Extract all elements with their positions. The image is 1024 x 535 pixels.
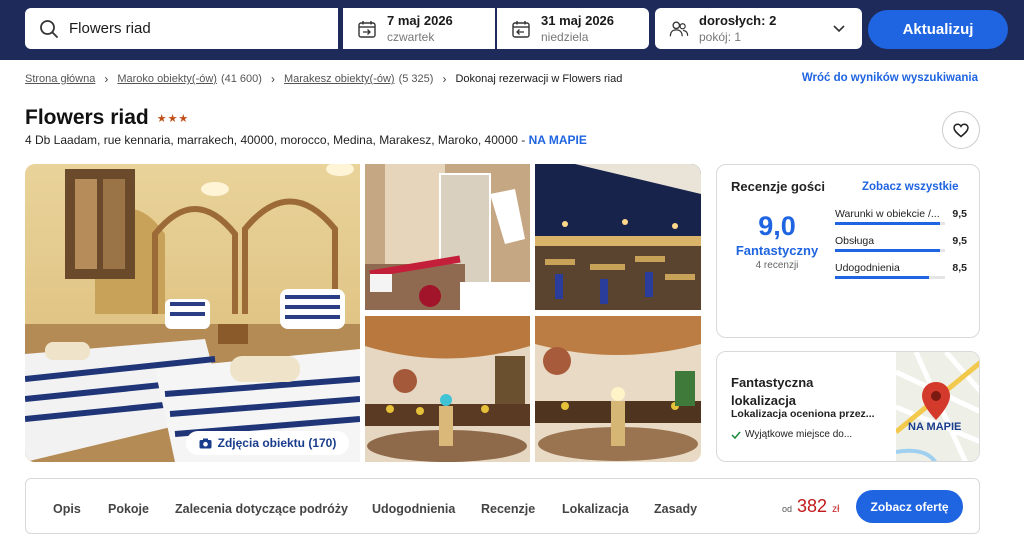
breadcrumb-country-count: (41 600) [220, 73, 262, 85]
breadcrumb-current: Dokonaj rezerwacji w Flowers riad [455, 73, 623, 85]
category-scores: Warunki w obiekcie /... 9,5 Obsługa 9,5 … [835, 206, 967, 287]
tab-policies[interactable]: Zasady [654, 502, 697, 516]
all-photos-label: Zdjęcia obiektu (170) [217, 436, 337, 450]
back-to-results-link[interactable]: Wróć do wyników wyszukiwania [802, 72, 978, 84]
hotel-name: Flowers riad [25, 106, 149, 129]
location-card[interactable]: Fantastyczna lokalizacja Lokalizacja oce… [716, 351, 980, 462]
price-prefix: od [782, 504, 793, 514]
chevron-right-icon: › [104, 72, 109, 86]
breadcrumb-home[interactable]: Strona główna [25, 73, 95, 85]
tab-travel-advice[interactable]: Zalecenia dotyczące podróży [175, 502, 348, 516]
checkout-day: niedziela [541, 29, 589, 44]
overall-score: 9,0 Fantastyczny 4 recenzji [731, 210, 823, 271]
category-value: 9,5 [952, 235, 967, 247]
calendar-checkout-icon [511, 19, 531, 39]
photo-bathroom[interactable] [365, 164, 530, 310]
photo-courtyard-lounge[interactable] [535, 316, 701, 462]
category-bar-fill [835, 276, 929, 279]
show-on-map-link[interactable]: NA MAPIE [529, 133, 587, 147]
category-value: 8,5 [952, 262, 967, 274]
checkout-date-field[interactable]: 31 maj 2026 niedziela [497, 8, 649, 49]
score-value: 9,0 [758, 211, 796, 241]
breadcrumb-city[interactable]: Marakesz obiekty(-ów) [284, 73, 395, 85]
update-search-button[interactable]: Aktualizuj [868, 10, 1008, 49]
favorite-button[interactable] [942, 111, 980, 149]
see-all-reviews-link[interactable]: Zobacz wszystkie [862, 181, 959, 193]
category-bar [835, 222, 945, 225]
category-bar [835, 249, 945, 252]
breadcrumb: Strona główna › Maroko obiekty(-ów) (41 … [25, 72, 622, 86]
see-offer-button[interactable]: Zobacz ofertę [856, 490, 963, 523]
price-from: od 382 zł [782, 496, 839, 517]
category-bar-fill [835, 249, 940, 252]
rooms-count: pokój: 1 [699, 29, 742, 44]
hotel-address: 4 Db Laadam, rue kennaria, marrakech, 40… [25, 133, 587, 147]
breadcrumb-city-count: (5 325) [398, 73, 434, 85]
category-name: Warunki w obiekcie /... [835, 208, 940, 220]
hotel-title: Flowers riad ★★★ [25, 106, 189, 130]
chevron-down-icon [832, 21, 846, 40]
map-thumbnail[interactable] [896, 352, 979, 461]
main-photo-bedroom[interactable] [25, 164, 360, 462]
guests-count: dorosłych: 2 [699, 12, 777, 28]
people-icon [669, 19, 689, 39]
section-nav: Opis Pokoje Zalecenia dotyczące podróży … [25, 478, 980, 534]
location-point-text: Wyjątkowe miejsce do... [745, 429, 853, 440]
reviews-heading: Recenzje gości [731, 179, 825, 194]
location-heading: Fantastyczna lokalizacja [731, 375, 814, 408]
score-label: Fantastyczny [735, 243, 819, 258]
address-text: 4 Db Laadam, rue kennaria, marrakech, 40… [25, 133, 518, 147]
category-value: 9,5 [952, 208, 967, 220]
price-amount: 382 [797, 496, 828, 516]
destination-search-field[interactable]: Flowers riad [25, 8, 338, 49]
camera-icon [199, 438, 212, 448]
photo-rooftop-terrace[interactable] [535, 164, 701, 310]
tab-location[interactable]: Lokalizacja [562, 502, 629, 516]
checkin-date-field[interactable]: 7 maj 2026 czwartek [343, 8, 495, 49]
destination-value: Flowers riad [69, 20, 151, 37]
chevron-right-icon: › [270, 72, 275, 86]
chevron-right-icon: › [442, 72, 447, 86]
map-label: NA MAPIE [908, 421, 962, 433]
location-point: Wyjątkowe miejsce do... [731, 429, 852, 440]
category-score-row: Warunki w obiekcie /... 9,5 [835, 206, 967, 233]
checkin-date: 7 maj 2026 [387, 12, 453, 28]
review-count: 4 recenzji [755, 260, 799, 271]
tab-reviews[interactable]: Recenzje [481, 502, 535, 516]
category-score-row: Udogodnienia 8,5 [835, 260, 967, 287]
tab-description[interactable]: Opis [53, 502, 81, 516]
photo-lounge-fountain[interactable] [365, 316, 530, 462]
category-score-row: Obsługa 9,5 [835, 233, 967, 260]
category-name: Obsługa [835, 235, 875, 247]
category-bar-fill [835, 222, 940, 225]
heart-icon [953, 123, 969, 137]
price-currency: zł [832, 504, 840, 515]
all-photos-button[interactable]: Zdjęcia obiektu (170) [186, 431, 349, 455]
checkmark-icon [731, 431, 741, 439]
category-name: Udogodnienia [835, 262, 900, 274]
checkout-date: 31 maj 2026 [541, 12, 615, 28]
checkin-day: czwartek [387, 29, 435, 44]
tab-amenities[interactable]: Udogodnienia [372, 502, 455, 516]
star-rating: ★★★ [156, 112, 190, 125]
guests-selector[interactable]: dorosłych: 2 pokój: 1 [655, 8, 862, 49]
search-header: Flowers riad 7 maj 2026 czwartek 31 maj … [0, 0, 1024, 60]
tab-rooms[interactable]: Pokoje [108, 502, 149, 516]
reviews-card: Recenzje gości Zobacz wszystkie 9,0 Fant… [716, 164, 980, 338]
search-icon [39, 19, 59, 39]
calendar-checkin-icon [357, 19, 377, 39]
location-subtitle: Lokalizacja oceniona przez... [731, 408, 875, 420]
breadcrumb-country[interactable]: Maroko obiekty(-ów) [117, 73, 217, 85]
category-bar [835, 276, 945, 279]
